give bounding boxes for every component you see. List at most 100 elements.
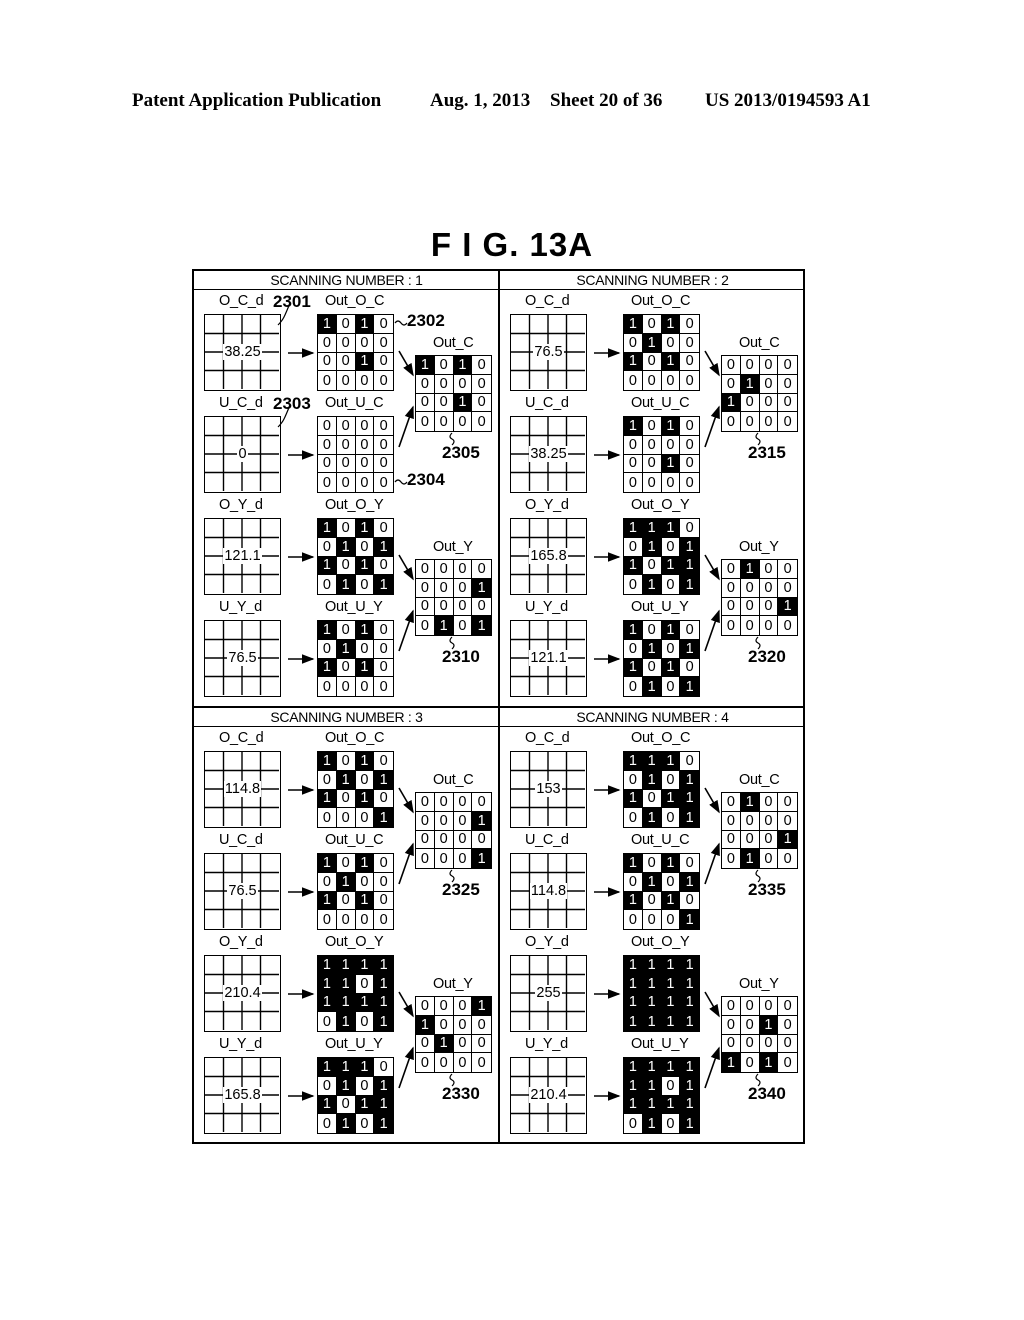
publication-date: Aug. 1, 2013 xyxy=(430,90,531,111)
matrix-cell: 0 xyxy=(416,393,435,413)
input-value-text: 114.8 xyxy=(529,883,568,899)
label-o-c-d: O_C_d xyxy=(525,730,570,746)
matrix-cell: 1 xyxy=(374,993,393,1013)
matrix-cell: 1 xyxy=(661,658,681,678)
matrix-out-o-y: 1110010110110101 xyxy=(623,518,700,595)
matrix-cell: 1 xyxy=(624,891,643,911)
matrix-cell: 0 xyxy=(416,616,435,635)
matrix-cell: 0 xyxy=(355,639,375,659)
matrix-cell: 1 xyxy=(355,993,375,1013)
matrix-cell: 1 xyxy=(642,1076,662,1096)
input-grid-u-c-d: 76.5 xyxy=(204,853,281,930)
matrix-cell: 0 xyxy=(624,575,643,594)
matrix-cell: 0 xyxy=(759,560,779,579)
matrix-cell: 0 xyxy=(642,621,662,640)
matrix-cell: 1 xyxy=(472,616,491,635)
matrix-cell: 0 xyxy=(661,333,681,353)
matrix-cell: 0 xyxy=(642,556,662,576)
matrix-cell: 1 xyxy=(661,956,681,975)
matrix-cell: 1 xyxy=(336,956,356,975)
input-value-text: 121.1 xyxy=(529,650,568,666)
input-value: 76.5 xyxy=(205,883,280,899)
matrix-cell: 0 xyxy=(336,556,356,576)
matrix-cell: 1 xyxy=(355,315,375,334)
ref-out-o-c: 2302 xyxy=(407,311,445,330)
matrix-out-y: 0000001000001010 xyxy=(721,996,798,1073)
matrix-cell: 1 xyxy=(355,752,375,771)
publication-type: Patent Application Publication xyxy=(132,90,382,111)
input-value: 165.8 xyxy=(511,548,586,564)
matrix-cell: 1 xyxy=(355,891,375,911)
input-value-text: 255 xyxy=(535,985,562,1001)
matrix-cell: 0 xyxy=(416,412,435,431)
label-out-y: Out_Y xyxy=(739,539,779,555)
arrow-out-u-y-to-out-y xyxy=(704,609,720,652)
matrix-cell: 0 xyxy=(416,997,435,1016)
matrix-cell: 0 xyxy=(379,911,388,928)
matrix-cell: 1 xyxy=(624,519,643,538)
matrix-cell: 0 xyxy=(374,790,393,809)
matrix-cell: 0 xyxy=(356,677,375,696)
matrix-cell: 1 xyxy=(759,1015,779,1035)
matrix-cell: 0 xyxy=(759,811,779,831)
arrow-out-u-y-to-out-y xyxy=(398,1046,414,1089)
panel-title: SCANNING NUMBER : 2 xyxy=(500,271,805,290)
matrix-cell: 1 xyxy=(374,1076,393,1096)
matrix-cell: 0 xyxy=(680,892,699,911)
label-out-y: Out_Y xyxy=(739,976,779,992)
input-grid-o-y-d: 255 xyxy=(510,955,587,1032)
arrow-out-o-y-to-out-y xyxy=(704,991,720,1018)
matrix-cell: 0 xyxy=(336,789,356,809)
matrix-cell: 0 xyxy=(374,455,393,474)
matrix-cell: 0 xyxy=(722,597,741,617)
matrix-cell: 0 xyxy=(661,435,681,455)
matrix-cell: 1 xyxy=(680,537,699,557)
input-value: 210.4 xyxy=(511,1087,586,1103)
matrix-cell: 0 xyxy=(318,639,337,659)
matrix-cell: 0 xyxy=(680,436,699,455)
matrix-cell: 0 xyxy=(336,315,356,334)
matrix-cell: 0 xyxy=(453,997,473,1016)
matrix-cell: 0 xyxy=(680,621,699,640)
matrix-cell: 0 xyxy=(356,910,375,929)
label-out-u-c: Out_U_C xyxy=(631,832,690,848)
input-value: 76.5 xyxy=(511,344,586,360)
matrix-cell: 0 xyxy=(760,412,779,431)
matrix-cell: 0 xyxy=(680,315,699,334)
matrix-cell: 0 xyxy=(336,352,356,372)
matrix-cell: 0 xyxy=(680,455,699,474)
matrix-cell: 0 xyxy=(374,873,393,892)
matrix-out-c: 0000010010000000 xyxy=(721,355,798,432)
matrix-cell: 1 xyxy=(318,789,337,809)
matrix-cell: 1 xyxy=(624,1095,643,1115)
panel-title: SCANNING NUMBER : 4 xyxy=(500,708,805,727)
matrix-cell: 0 xyxy=(318,808,337,827)
matrix-cell: 1 xyxy=(680,910,699,929)
matrix-cell: 0 xyxy=(318,473,337,492)
matrix-cell: 0 xyxy=(434,811,454,831)
matrix-cell: 0 xyxy=(416,374,435,394)
input-value-text: 114.8 xyxy=(223,781,262,797)
sheet-number: Sheet 20 of 36 xyxy=(550,90,663,111)
matrix-cell: 1 xyxy=(374,974,393,994)
matrix-cell: 0 xyxy=(453,793,473,812)
input-grid-o-y-d: 165.8 xyxy=(510,518,587,595)
matrix-cell: 1 xyxy=(624,658,643,678)
label-out-c: Out_C xyxy=(433,335,474,351)
matrix-out-o-y: 1111110111110101 xyxy=(317,955,394,1032)
matrix-cell: 1 xyxy=(624,752,643,771)
matrix-cell: 1 xyxy=(336,1114,356,1133)
matrix-out-u-y: 1010010110100101 xyxy=(623,620,700,697)
label-out-u-y: Out_U_Y xyxy=(325,599,383,615)
matrix-cell: 0 xyxy=(778,997,797,1016)
matrix-cell: 0 xyxy=(624,435,643,455)
matrix-cell: 0 xyxy=(778,1016,797,1035)
matrix-cell: 1 xyxy=(624,556,643,576)
matrix-cell: 1 xyxy=(680,808,699,827)
matrix-cell: 0 xyxy=(336,333,356,353)
matrix-cell: 0 xyxy=(356,371,375,390)
matrix-cell: 0 xyxy=(741,412,760,431)
ref-out-y: 2320 xyxy=(748,647,786,666)
matrix-cell: 1 xyxy=(374,770,393,790)
matrix-cell: 1 xyxy=(661,854,681,873)
